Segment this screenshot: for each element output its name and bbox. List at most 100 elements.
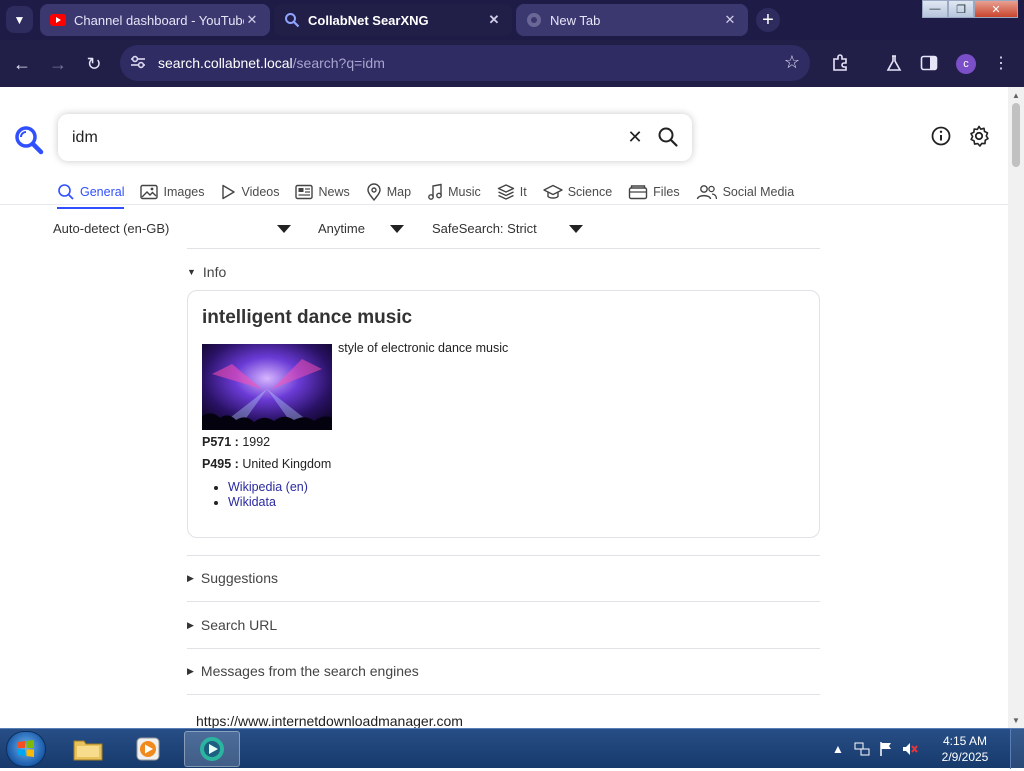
window-controls: — ❐ ✕ (922, 0, 1018, 18)
attribute-key: P495 : (202, 457, 239, 471)
section-label: Suggestions (200, 570, 278, 586)
about-info-button[interactable] (929, 124, 953, 148)
chevron-down-icon[interactable] (569, 225, 583, 233)
media-player-icon (136, 737, 160, 761)
tab-news[interactable]: News (295, 178, 350, 206)
profile-initial: c (963, 58, 969, 70)
search-submit-button[interactable] (656, 125, 680, 149)
triangle-right-icon: ▶ (187, 572, 194, 583)
browser-taskbar-button[interactable] (184, 731, 240, 767)
clock-date: 2/9/2025 (941, 750, 989, 764)
infobox-links: Wikipedia (en) Wikidata (228, 480, 308, 510)
play-icon (222, 184, 236, 200)
wikipedia-link[interactable]: Wikipedia (en) (228, 480, 308, 494)
close-icon: ✕ (627, 126, 643, 147)
bookmark-star-icon[interactable]: ☆ (784, 52, 800, 73)
files-icon (628, 185, 648, 200)
close-icon[interactable]: ✕ (244, 12, 260, 28)
volume-muted-icon[interactable] (900, 739, 920, 759)
minimize-button[interactable]: — (922, 0, 948, 18)
file-explorer-taskbar-button[interactable] (60, 731, 116, 767)
divider (187, 555, 820, 556)
tab-title: Channel dashboard - YouTube (74, 12, 244, 28)
address-bar[interactable]: search.collabnet.local/search?q=idm ☆ (120, 45, 810, 81)
labs-flask-icon[interactable] (883, 52, 905, 74)
maximize-button[interactable]: ❐ (948, 0, 974, 18)
tab-label: Science (567, 185, 613, 199)
start-button[interactable] (6, 731, 46, 767)
browser-app-icon (200, 737, 224, 761)
window-close-button[interactable]: ✕ (974, 0, 1018, 18)
section-label: Messages from the search engines (200, 663, 419, 679)
tab-label: News (318, 185, 350, 199)
chevron-down-icon[interactable] (390, 225, 404, 233)
show-hidden-icons-button[interactable]: ▲ (828, 739, 848, 759)
tab-it[interactable]: It (497, 178, 527, 206)
searxng-page: ✕ General Images Videos News Map (0, 87, 1008, 728)
media-player-taskbar-button[interactable] (120, 731, 176, 767)
info-section-toggle[interactable]: ▼ Info (187, 264, 226, 280)
language-select[interactable]: Auto-detect (en-GB) (53, 221, 169, 236)
infobox-image[interactable] (202, 344, 332, 430)
network-icon[interactable] (852, 739, 872, 759)
tab-label: Files (653, 185, 680, 199)
reload-button[interactable]: ↻ (80, 50, 108, 78)
close-icon[interactable]: ✕ (722, 12, 738, 28)
scroll-down-icon[interactable]: ▼ (1008, 712, 1024, 728)
url-host: search.collabnet.local (158, 55, 293, 71)
back-button[interactable]: ← (8, 50, 36, 78)
tab-search-button[interactable]: ▼ (6, 6, 33, 33)
tab-music[interactable]: Music (427, 178, 481, 206)
new-tab-button[interactable]: + (756, 8, 780, 32)
tab-files[interactable]: Files (628, 178, 680, 206)
tab-label: Images (163, 185, 205, 199)
time-range-select[interactable]: Anytime (318, 221, 365, 236)
profile-avatar[interactable]: c (956, 54, 976, 74)
layers-icon (497, 184, 514, 200)
side-panel-icon[interactable] (918, 52, 940, 74)
tab-title: CollabNet SearXNG (308, 12, 429, 28)
chevron-down-icon[interactable] (277, 225, 291, 233)
infobox-title: intelligent dance music (202, 307, 413, 328)
engine-messages-toggle[interactable]: ▶ Messages from the search engines (187, 663, 419, 679)
tab-strip: ▼ Channel dashboard - YouTube ✕ CollabNe… (0, 0, 1024, 40)
action-center-flag-icon[interactable] (876, 739, 896, 759)
attribute-value: United Kingdom (242, 457, 332, 471)
forward-button[interactable]: → (44, 50, 72, 78)
attribute-value: 1992 (242, 435, 271, 449)
close-icon[interactable]: ✕ (486, 12, 502, 28)
system-clock[interactable]: 4:15 AM 2/9/2025 (930, 733, 1000, 765)
search-icon (58, 184, 74, 200)
kebab-menu-icon[interactable]: ⋮ (990, 52, 1012, 74)
scrollbar-thumb[interactable] (1012, 103, 1020, 167)
show-desktop-button[interactable] (1010, 729, 1024, 769)
tab-images[interactable]: Images (140, 178, 204, 206)
suggestions-toggle[interactable]: ▶ Suggestions (187, 570, 278, 586)
tab-videos[interactable]: Videos (220, 178, 279, 206)
triangle-right-icon: ▶ (187, 619, 194, 630)
tab-new-tab[interactable]: New Tab ✕ (516, 4, 748, 36)
scroll-up-icon[interactable]: ▲ (1008, 87, 1024, 103)
result-url[interactable]: https://www.internetdownloadmanager.com (196, 713, 463, 728)
tab-science[interactable]: Science (542, 178, 613, 206)
divider (187, 601, 820, 602)
section-label: Info (202, 264, 227, 280)
safesearch-select[interactable]: SafeSearch: Strict (432, 221, 537, 236)
extensions-icon[interactable] (829, 52, 851, 74)
search-input[interactable] (72, 128, 592, 147)
tab-youtube[interactable]: Channel dashboard - YouTube ✕ (40, 4, 270, 36)
tab-searxng[interactable]: CollabNet SearXNG ✕ (274, 4, 512, 36)
tab-social-media[interactable]: Social Media (696, 178, 794, 206)
page-scrollbar[interactable]: ▲ ▼ (1008, 87, 1024, 728)
tab-general[interactable]: General (57, 178, 125, 209)
searxng-logo[interactable] (14, 125, 44, 155)
clear-search-button[interactable]: ✕ (624, 126, 646, 148)
search-url-toggle[interactable]: ▶ Search URL (187, 617, 277, 633)
attribute-key: P571 : (202, 435, 239, 449)
triangle-right-icon: ▶ (187, 665, 194, 676)
tab-map[interactable]: Map (366, 178, 411, 206)
preferences-button[interactable] (967, 124, 991, 148)
site-settings-icon[interactable] (130, 55, 152, 72)
wikidata-link[interactable]: Wikidata (228, 495, 276, 509)
divider (187, 248, 820, 249)
